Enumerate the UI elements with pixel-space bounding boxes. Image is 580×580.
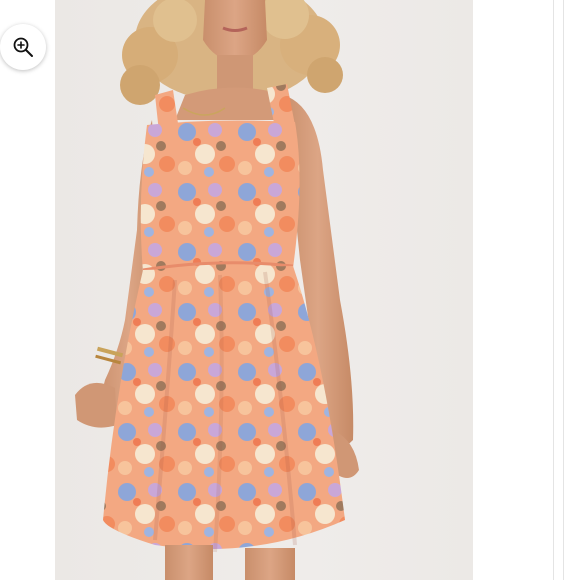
legs [165,545,295,580]
zoom-button[interactable] [0,24,46,70]
zoom-in-icon [13,37,33,57]
product-photo[interactable] [55,0,473,580]
image-viewer [0,0,580,580]
thumbnail-edge [563,0,564,580]
thumbnail-divider [553,0,554,580]
product-photo-illustration [75,0,359,580]
